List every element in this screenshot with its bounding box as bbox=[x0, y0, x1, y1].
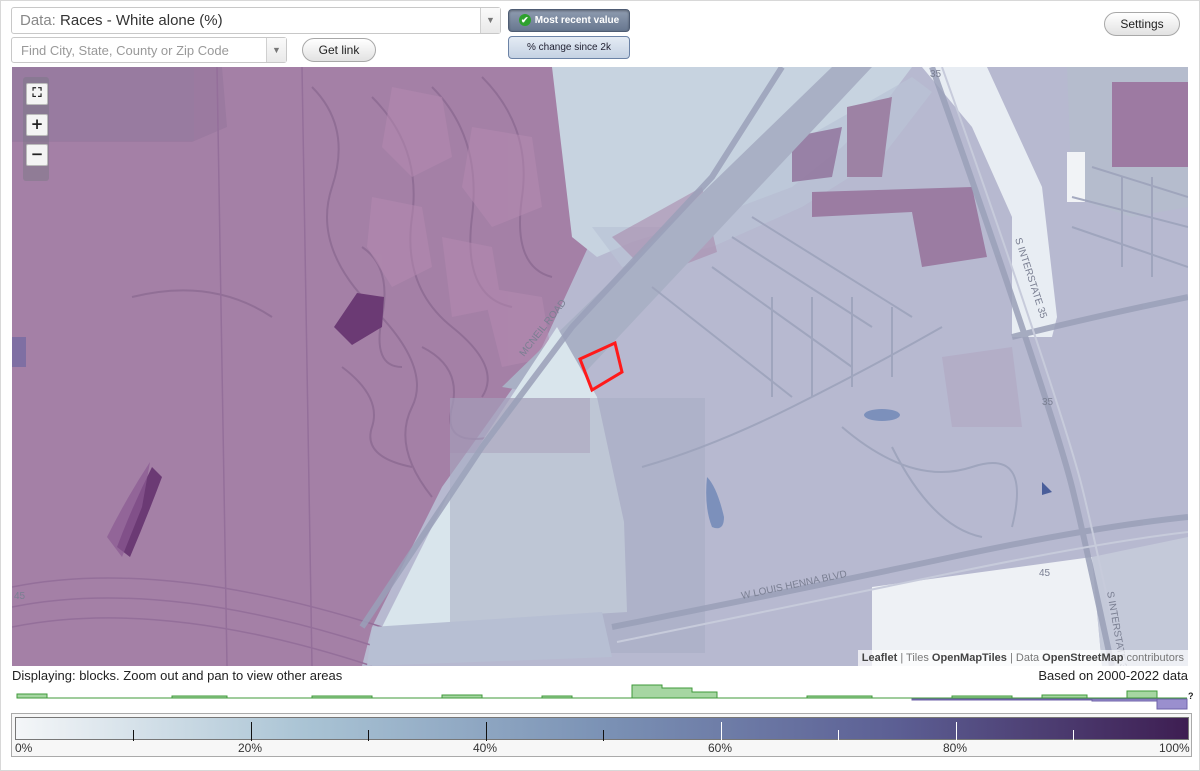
hwy-label-35-top: 35 bbox=[930, 69, 942, 80]
legend-label-40: 40% bbox=[473, 741, 498, 755]
zoom-in-button[interactable]: + bbox=[26, 114, 48, 136]
openmaptiles-link[interactable]: OpenMapTiles bbox=[932, 652, 1007, 664]
zoom-out-button[interactable]: − bbox=[26, 144, 48, 166]
openstreetmap-link[interactable]: OpenStreetMap bbox=[1042, 652, 1123, 664]
check-icon: ✔ bbox=[518, 14, 531, 27]
data-range-status: Based on 2000-2022 data bbox=[1038, 668, 1188, 683]
data-select-prefix: Data: bbox=[20, 12, 56, 29]
legend-label-60: 60% bbox=[708, 741, 733, 755]
location-search-box[interactable]: ▼ bbox=[11, 37, 287, 63]
legend-minor-tick bbox=[838, 730, 839, 741]
map-tiles: MCNEIL ROAD S INTERSTATE 35 S INTERSTATE… bbox=[12, 67, 1188, 666]
map-attribution: Leaflet | Tiles OpenMapTiles | Data Open… bbox=[857, 650, 1188, 666]
map-canvas[interactable]: MCNEIL ROAD S INTERSTATE 35 S INTERSTATE… bbox=[12, 67, 1188, 666]
hwy-label-35-mid: 35 bbox=[1042, 397, 1054, 408]
zoom-control: ⛶ + − bbox=[23, 77, 49, 181]
hwy-label-45-right: 45 bbox=[1039, 568, 1051, 579]
displaying-status: Displaying: blocks. Zoom out and pan to … bbox=[12, 668, 343, 683]
legend-minor-tick bbox=[368, 730, 369, 741]
get-link-button[interactable]: Get link bbox=[302, 38, 376, 62]
legend-major-tick bbox=[721, 722, 722, 741]
data-select-value: Races - White alone (%) bbox=[60, 12, 223, 29]
legend-major-tick bbox=[956, 722, 957, 741]
chevron-down-icon[interactable]: ▼ bbox=[480, 8, 500, 33]
histogram-unknown-marker: ? bbox=[1188, 691, 1194, 701]
value-histogram bbox=[16, 684, 1188, 710]
legend-label-80: 80% bbox=[943, 741, 968, 755]
legend-minor-tick bbox=[603, 730, 604, 741]
legend-minor-tick bbox=[1073, 730, 1074, 741]
leaflet-link[interactable]: Leaflet bbox=[862, 652, 897, 664]
location-search-input[interactable] bbox=[12, 38, 262, 62]
legend-major-tick bbox=[486, 722, 487, 741]
attribution-sep-tiles: | Tiles bbox=[897, 652, 932, 664]
settings-button[interactable]: Settings bbox=[1104, 12, 1180, 36]
fullscreen-icon[interactable]: ⛶ bbox=[26, 83, 48, 105]
legend-label-100: 100% bbox=[1159, 741, 1190, 755]
hwy-label-45-left: 45 bbox=[14, 591, 26, 602]
legend-label-20: 20% bbox=[238, 741, 263, 755]
legend-label-0: 0% bbox=[15, 741, 33, 755]
search-dropdown-chevron-icon[interactable]: ▼ bbox=[266, 38, 286, 62]
attribution-contributors: contributors bbox=[1123, 652, 1184, 664]
percent-change-toggle[interactable]: % change since 2k bbox=[508, 36, 630, 59]
most-recent-value-label: Most recent value bbox=[534, 15, 620, 26]
legend-major-tick bbox=[251, 722, 252, 741]
legend-gradient-bar bbox=[15, 717, 1189, 741]
data-variable-select[interactable]: Data: Races - White alone (%) ▼ bbox=[11, 7, 501, 34]
most-recent-value-toggle[interactable]: ✔ Most recent value bbox=[508, 9, 630, 32]
legend-minor-tick bbox=[133, 730, 134, 741]
color-legend: 0% 20% 40% 60% 80% 100% bbox=[11, 713, 1192, 757]
attribution-sep-data: | Data bbox=[1006, 652, 1043, 664]
